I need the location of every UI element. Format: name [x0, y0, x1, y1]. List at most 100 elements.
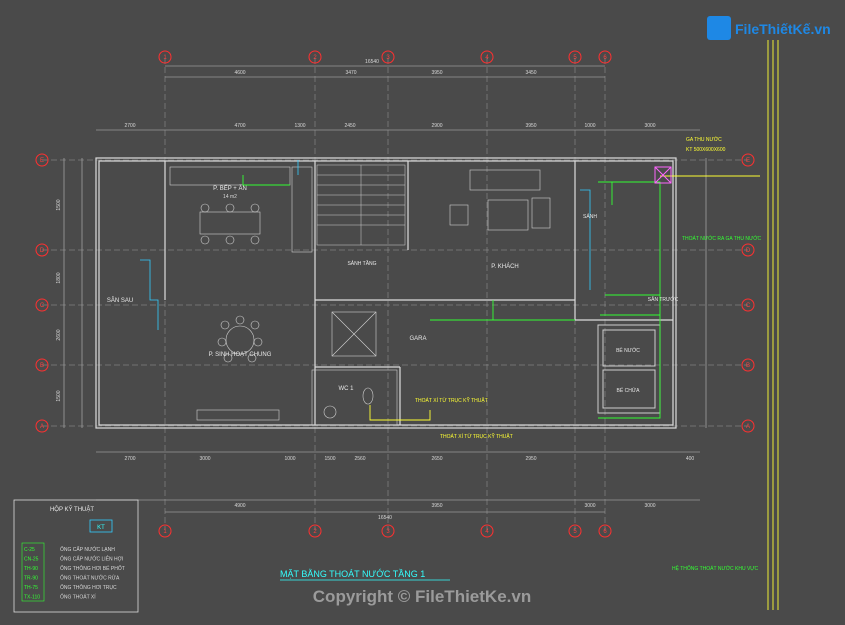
legend-code: CN-25 [24, 557, 39, 563]
note-sewage: THOÁT XÍ TỪ TRỤC KỸ THUẬT [415, 397, 488, 404]
dim-row2-3: 1300 [294, 123, 305, 129]
dim-bot1-6: 2650 [431, 456, 442, 462]
tank-label-2: BỂ CHỨA [617, 387, 641, 394]
legend-label: ỐNG CẤP NƯỚC LIÊN HỢI [60, 555, 123, 563]
svg-text:5: 5 [573, 529, 577, 535]
dim-row2-7: 1000 [584, 123, 595, 129]
dim-bottom-total: 16540 [378, 515, 392, 521]
legend-label: ỐNG THOÁT NƯỚC RỬA [60, 575, 120, 582]
svg-text:1: 1 [163, 55, 167, 61]
dim-bot1-1: 2700 [124, 456, 135, 462]
svg-text:D: D [40, 248, 45, 254]
note-sewage-2: THOÁT XÍ TỪ TRỤC KỸ THUẬT [440, 433, 513, 440]
svg-text:A: A [746, 424, 750, 430]
axis-right-A: A [741, 419, 755, 433]
tank-label-1: BỂ NƯỚC [616, 347, 640, 354]
grid-axes [42, 58, 748, 530]
manhole-size: KT 500X600X600 [686, 147, 726, 153]
legend-code: C-25 [24, 547, 35, 553]
dim-bot2-4: 3000 [644, 503, 655, 509]
kitchen-furniture [169, 166, 313, 253]
manhole-label: GA THU NƯỚC [686, 136, 722, 143]
legend-badge: KT [97, 525, 105, 531]
note-drain: THOÁT NƯỚC RA GA THU NƯỚC [682, 235, 762, 242]
dim-bot2-1: 4900 [234, 503, 245, 509]
room-family: P. SINH HOẠT CHUNG [209, 352, 272, 358]
svg-text:D: D [746, 248, 751, 254]
watermark-logo: FileThiếtKế.vn [707, 16, 831, 40]
dim-row2-5: 2900 [431, 123, 442, 129]
room-stair-hall: SẢNH TẦNG [347, 260, 376, 267]
manhole-marker [654, 166, 672, 184]
legend-code: TH-90 [24, 566, 38, 572]
svg-text:6: 6 [603, 55, 607, 61]
room-wc: WC 1 [339, 386, 355, 392]
stairs [316, 164, 406, 246]
svg-text:3: 3 [386, 529, 390, 535]
svg-text:5: 5 [573, 55, 577, 61]
dimension-lines [63, 65, 707, 513]
dim-left-3: 2600 [56, 329, 62, 340]
dim-left-4: 1500 [56, 390, 62, 401]
svg-text:4: 4 [485, 55, 489, 61]
dim-top-1: 4600 [234, 70, 245, 76]
axis-right-B: B [741, 358, 755, 372]
svg-text:6: 6 [603, 529, 607, 535]
dim-row2-8: 3000 [644, 123, 655, 129]
svg-text:C: C [746, 303, 751, 309]
legend-code: TH-75 [24, 585, 38, 591]
svg-text:1: 1 [163, 529, 167, 535]
axis-right-D: D [741, 243, 755, 257]
drawing-canvas: 1 1 2 2 3 3 4 4 5 5 6 6 E D C B A E D C B A 16540 4600 3470 3… [0, 0, 845, 625]
legend-code: TR-90 [24, 576, 38, 582]
dim-bot1-8: 400 [686, 456, 695, 462]
svg-text:3: 3 [386, 55, 390, 61]
wc-fixtures [311, 369, 398, 426]
copyright-watermark: Copyright © FileThietKe.vn [313, 587, 531, 606]
dim-top-3: 3950 [431, 70, 442, 76]
axis-right-C: C [741, 298, 755, 312]
legend-label: ỐNG THÔNG HƠI TRỤC [60, 584, 117, 591]
pipe-notes: THOÁT XÍ TỪ TRỤC KỸ THUẬT THOÁT XÍ TỪ TR… [415, 235, 762, 572]
svg-text:B: B [40, 363, 44, 369]
axis-right-E: E [741, 153, 755, 167]
room-garage: GARA [409, 336, 426, 342]
svg-text:2: 2 [313, 55, 317, 61]
svg-text:A: A [40, 424, 44, 430]
dim-top-4: 3450 [525, 70, 536, 76]
dim-bot1-7: 2950 [525, 456, 536, 462]
dim-left-1: 1500 [56, 199, 62, 210]
walls [95, 157, 677, 429]
legend-label: ỐNG THÔNG HƠI BỂ PHỐT [60, 565, 125, 572]
water-tanks [597, 324, 661, 414]
room-living: P. KHÁCH [491, 263, 519, 270]
floor-plan-drawing: 1 1 2 2 3 3 4 4 5 5 6 6 E D C B A E D C B A 16540 4600 3470 3… [13, 16, 831, 613]
svg-text:E: E [746, 158, 750, 164]
legend-label: ỐNG THOÁT XÍ [60, 594, 96, 601]
logo-text: FileThiếtKế.vn [735, 21, 831, 37]
room-kitchen-area: 14 m2 [223, 194, 237, 200]
dim-bot1-5: 2560 [354, 456, 365, 462]
dim-bot2-2: 3950 [431, 503, 442, 509]
dim-top-2: 3470 [345, 70, 356, 76]
legend-label: ỐNG CẤP NƯỚC LẠNH [60, 546, 115, 553]
svg-text:C: C [40, 303, 45, 309]
svg-text:4: 4 [485, 529, 489, 535]
living-room-furniture [449, 169, 551, 231]
room-back-yard: SÂN SAU [107, 297, 133, 304]
legend-title: HỘP KỸ THUẬT [50, 506, 94, 513]
dim-bot1-2: 3000 [199, 456, 210, 462]
dim-row2-1: 2700 [124, 123, 135, 129]
elevator-shaft [331, 311, 377, 357]
dim-row2-4: 2450 [344, 123, 355, 129]
dim-top-total: 16540 [365, 59, 379, 65]
legend-code: TX-110 [24, 595, 40, 601]
dim-bot2-3: 3000 [584, 503, 595, 509]
svg-text:B: B [746, 363, 750, 369]
room-kitchen: P. BẾP + ĂN [213, 185, 247, 192]
dim-bot1-3: 1000 [284, 456, 295, 462]
dim-left-2: 1800 [56, 272, 62, 283]
room-front-yard: SÂN TRƯỚC [648, 296, 679, 303]
dim-bot1-4: 1500 [324, 456, 335, 462]
dim-row2-2: 4700 [234, 123, 245, 129]
